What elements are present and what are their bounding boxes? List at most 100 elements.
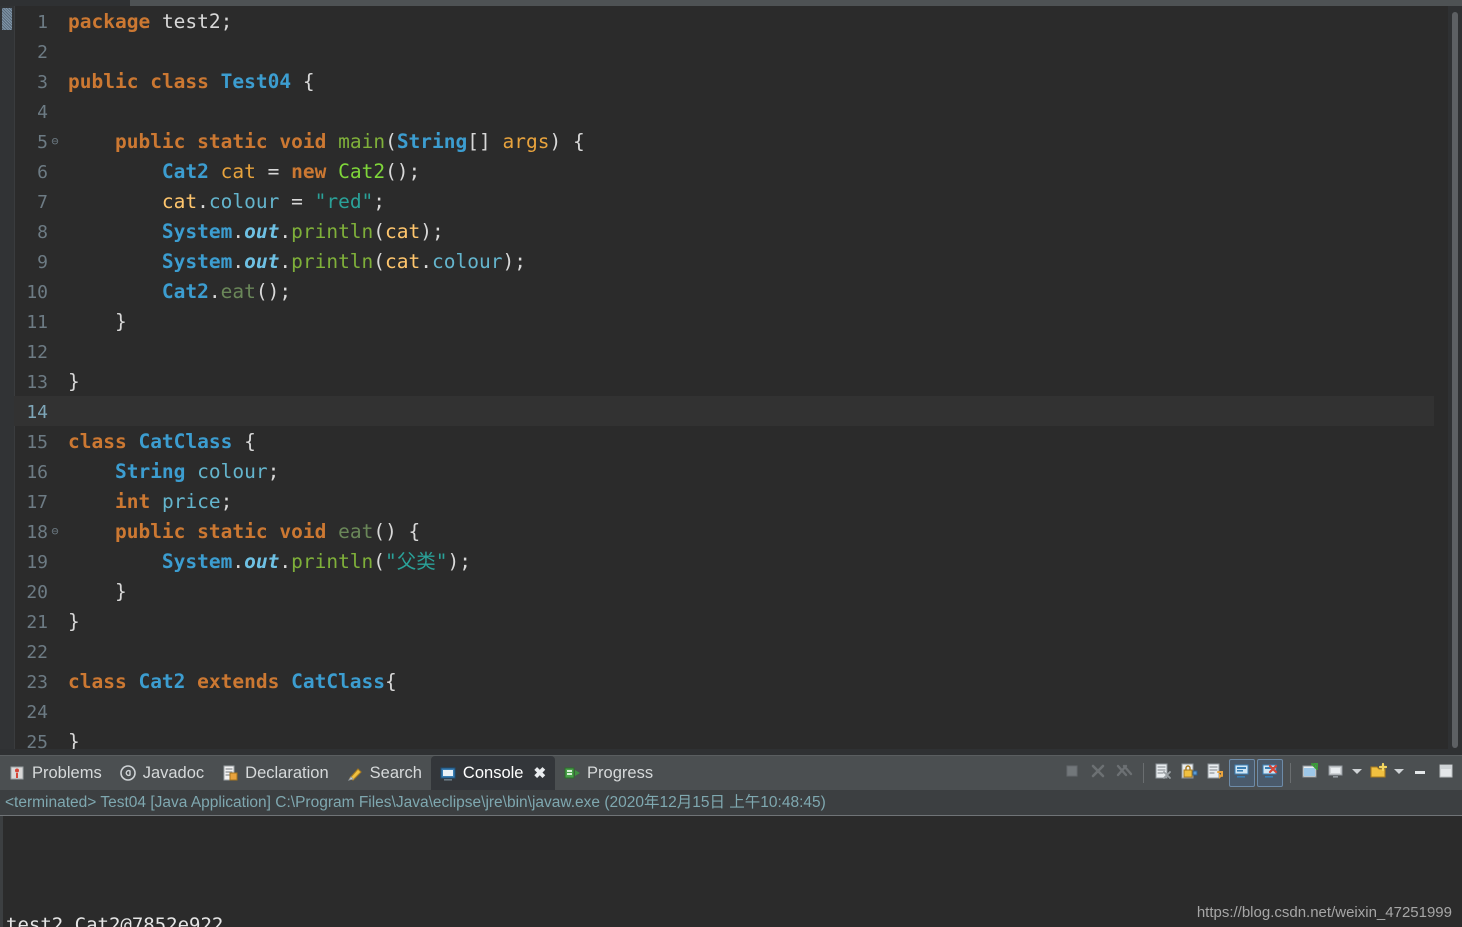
code-line[interactable]: 11 }: [14, 306, 1434, 336]
tab-progress[interactable]: Progress: [555, 756, 662, 790]
token-pln: [209, 160, 221, 183]
token-pln: [185, 460, 197, 483]
code-line[interactable]: 19 System.out.println("父类");: [14, 546, 1434, 576]
code-line[interactable]: 24: [14, 696, 1434, 726]
token-kw: void: [279, 520, 327, 543]
code-text: }: [68, 310, 127, 333]
display-console-icon: [1327, 762, 1345, 784]
token-mthb: println: [291, 220, 374, 243]
fold-placeholder: [48, 426, 62, 456]
code-line[interactable]: 20 }: [14, 576, 1434, 606]
editor-gutter[interactable]: [0, 6, 15, 755]
token-fld: cat: [161, 190, 198, 213]
code-line[interactable]: 7 cat.colour = "red";: [14, 186, 1434, 216]
remove-x-icon: [1089, 762, 1107, 784]
show-console-on-err-button[interactable]: [1257, 759, 1283, 787]
show-console-on-out-button[interactable]: [1229, 759, 1255, 787]
fold-placeholder: [48, 366, 62, 396]
code-text: public static void eat() {: [68, 520, 420, 543]
tab-problems[interactable]: Problems: [0, 756, 111, 790]
pin-console-button[interactable]: [1298, 760, 1322, 786]
tab-label: Declaration: [245, 763, 329, 782]
token-str: "父类": [385, 550, 448, 573]
display-console-dropdown[interactable]: [1350, 760, 1364, 786]
tab-search[interactable]: Search: [338, 756, 431, 790]
token-sym: ();: [255, 280, 292, 303]
console-left-margin: [0, 816, 3, 927]
remove-all-launches-button: [1112, 760, 1136, 786]
code-line[interactable]: 9 System.out.println(cat.colour);: [14, 246, 1434, 276]
fold-placeholder: [48, 156, 62, 186]
fold-placeholder: [48, 396, 62, 426]
token-pln: [127, 430, 139, 453]
token-fldi: out: [244, 250, 280, 273]
line-number: 2: [37, 42, 48, 63]
line-number: 5: [37, 132, 48, 153]
javadoc-icon: [119, 764, 137, 782]
open-console-button[interactable]: [1366, 760, 1390, 786]
code-line[interactable]: 12: [14, 336, 1434, 366]
scroll-lock-button[interactable]: [1177, 760, 1201, 786]
word-wrap-button[interactable]: [1203, 760, 1227, 786]
token-sym: (: [373, 250, 386, 273]
editor-scrollbar-thumb[interactable]: [1452, 12, 1458, 748]
line-number: 3: [37, 72, 48, 93]
java-code-editor[interactable]: 1 package test2; 2 3 public class Test04 …: [0, 6, 1462, 755]
fold-collapse-icon[interactable]: ⊖: [48, 126, 62, 156]
changed-lines-marker-icon: [2, 8, 12, 30]
tab-javadoc[interactable]: Javadoc: [111, 756, 213, 790]
code-line[interactable]: 17 int price;: [14, 486, 1434, 516]
tab-declaration[interactable]: Declaration: [213, 756, 337, 790]
code-lines-container[interactable]: 1 package test2; 2 3 public class Test04 …: [14, 6, 1434, 755]
line-number: 23: [26, 672, 48, 693]
token-pln: [326, 520, 338, 543]
fold-placeholder: [48, 306, 62, 336]
code-line[interactable]: 14: [14, 396, 1434, 426]
code-line[interactable]: 4: [14, 96, 1434, 126]
tab-label: Progress: [587, 763, 654, 782]
token-kw: class: [68, 670, 127, 693]
token-pln: [185, 520, 197, 543]
token-pln: test2: [161, 10, 221, 33]
code-line[interactable]: 22: [14, 636, 1434, 666]
token-pln: [68, 490, 115, 513]
close-icon[interactable]: ✖: [533, 764, 546, 782]
line-number: 24: [26, 702, 48, 723]
tab-label: Problems: [32, 763, 102, 782]
code-line[interactable]: 21 }: [14, 606, 1434, 636]
code-line[interactable]: 5 ⊖ public static void main(String[] args…: [14, 126, 1434, 156]
remove-launch-button: [1086, 760, 1110, 786]
code-line[interactable]: 13 }: [14, 366, 1434, 396]
token-pln: [268, 520, 280, 543]
token-sym: ();: [385, 160, 421, 183]
view-tabs[interactable]: Problems Javadoc Declaration Search Console ✖…: [0, 756, 662, 790]
code-line[interactable]: 15 class CatClass {: [14, 426, 1434, 456]
code-line[interactable]: 8 System.out.println(cat);: [14, 216, 1434, 246]
tab-console[interactable]: Console ✖: [430, 756, 556, 790]
console-toolbar[interactable]: [1060, 756, 1458, 790]
token-kw: int: [114, 490, 151, 513]
fold-placeholder: [48, 186, 62, 216]
code-line[interactable]: 6 Cat2 cat = new Cat2();: [14, 156, 1434, 186]
line-number: 22: [26, 642, 48, 663]
code-line[interactable]: 3 public class Test04 {: [14, 66, 1434, 96]
code-text: String colour;: [68, 460, 279, 483]
minimize-panel-button[interactable]: [1408, 760, 1432, 786]
fold-placeholder: [48, 546, 62, 576]
code-line[interactable]: 10 Cat2.eat();: [14, 276, 1434, 306]
display-selected-console[interactable]: [1324, 760, 1348, 786]
open-console-dropdown[interactable]: [1392, 760, 1406, 786]
fold-collapse-icon[interactable]: ⊖: [48, 516, 62, 546]
editor-vertical-scrollbar[interactable]: [1448, 6, 1462, 755]
console-stderr-icon: [1261, 762, 1279, 784]
code-line[interactable]: 23 class Cat2 extends CatClass{: [14, 666, 1434, 696]
token-sym: {: [232, 430, 256, 453]
code-line[interactable]: 2: [14, 36, 1434, 66]
code-line[interactable]: 1 package test2;: [14, 6, 1434, 36]
token-kw: extends: [197, 670, 280, 693]
clear-console-button[interactable]: [1151, 760, 1175, 786]
code-line[interactable]: 16 String colour;: [14, 456, 1434, 486]
line-number: 10: [26, 282, 48, 303]
code-line[interactable]: 18 ⊖ public static void eat() {: [14, 516, 1434, 546]
maximize-panel-button[interactable]: [1434, 760, 1458, 786]
